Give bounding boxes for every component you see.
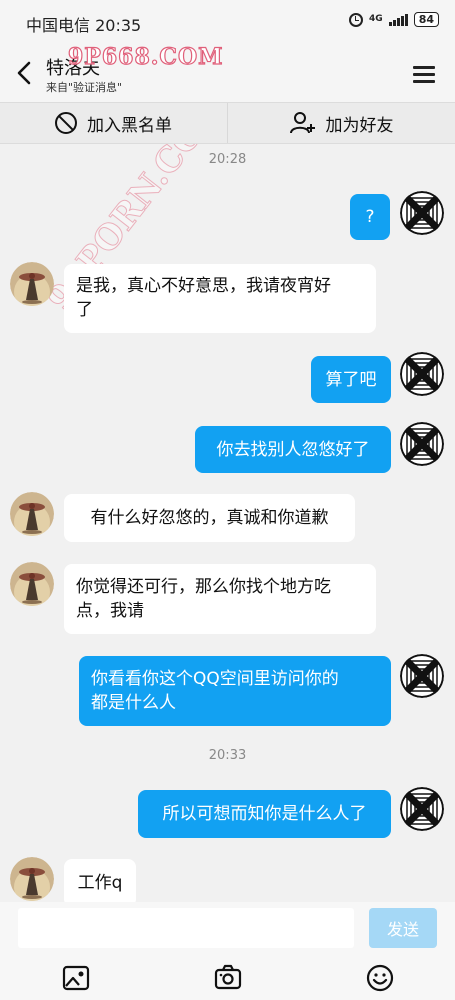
emoji-icon[interactable] bbox=[366, 964, 394, 992]
message-bubble-incoming[interactable]: 有什么好忽悠的，真诚和你道歉 bbox=[64, 494, 355, 542]
contact-avatar[interactable] bbox=[10, 562, 54, 606]
add-to-blacklist-button[interactable]: 加入黑名单 bbox=[0, 103, 227, 143]
send-button[interactable]: 发送 bbox=[369, 908, 437, 948]
my-avatar[interactable] bbox=[400, 422, 444, 466]
watermark-logo: 9P668.COM bbox=[67, 43, 224, 70]
add-friend-label: 加为好友 bbox=[325, 115, 394, 136]
timestamp: 20:33 bbox=[208, 748, 247, 763]
alarm-icon bbox=[349, 12, 364, 27]
message-bubble-outgoing[interactable]: 所以可想而知你是什么人了 bbox=[138, 790, 391, 838]
message-bubble-outgoing[interactable]: ? bbox=[350, 194, 390, 240]
message-bubble-incoming[interactable]: 是我，真心不好意思，我请夜宵好 了 bbox=[64, 264, 376, 333]
contact-avatar[interactable] bbox=[10, 492, 54, 536]
menu-icon[interactable] bbox=[413, 66, 435, 83]
message-input[interactable] bbox=[18, 908, 354, 948]
message-composer: 发送 bbox=[0, 902, 455, 1000]
add-user-icon bbox=[289, 112, 315, 134]
message-bubble-outgoing[interactable]: 算了吧 bbox=[311, 356, 391, 403]
contact-source: 来自"验证消息" bbox=[46, 81, 123, 94]
status-bar: 中国电信 20:35 4G 84 bbox=[0, 0, 455, 44]
battery-level: 84 bbox=[413, 12, 439, 27]
message-bubble-incoming[interactable]: 你觉得还可行，那么你找个地方吃 点，我请 bbox=[64, 564, 376, 634]
blacklist-label: 加入黑名单 bbox=[87, 115, 172, 136]
message-bubble-outgoing[interactable]: 你去找别人忽悠好了 bbox=[195, 426, 391, 473]
my-avatar[interactable] bbox=[400, 191, 444, 235]
status-icons: 4G 84 bbox=[349, 12, 439, 27]
back-arrow-icon[interactable] bbox=[12, 56, 36, 90]
message-line: 是我，真心不好意思，我请夜宵好 bbox=[76, 276, 331, 296]
block-icon bbox=[55, 112, 77, 134]
message-bubble-outgoing[interactable]: 你看看你这个QQ空间里访问你的 都是什么人 bbox=[79, 656, 391, 726]
my-avatar[interactable] bbox=[400, 787, 444, 831]
my-avatar[interactable] bbox=[400, 654, 444, 698]
carrier-name: 中国电信 bbox=[26, 16, 91, 35]
network-type: 4G bbox=[369, 14, 383, 24]
clock: 20:35 bbox=[95, 16, 142, 35]
message-line: 你觉得还可行，那么你找个地方吃 bbox=[76, 577, 331, 597]
camera-icon[interactable] bbox=[214, 964, 242, 992]
image-icon[interactable] bbox=[62, 964, 90, 992]
contact-avatar[interactable] bbox=[10, 857, 54, 901]
message-bubble-incoming[interactable]: 工作q bbox=[64, 859, 136, 902]
my-avatar[interactable] bbox=[400, 352, 444, 396]
timestamp: 20:28 bbox=[208, 152, 247, 167]
message-line: 点，我请 bbox=[76, 601, 144, 621]
message-line: 都是什么人 bbox=[91, 693, 176, 713]
message-line: 了 bbox=[76, 300, 93, 320]
message-line: 你看看你这个QQ空间里访问你的 bbox=[91, 669, 339, 689]
status-carrier-time: 中国电信 20:35 bbox=[26, 12, 141, 36]
stranger-action-bar: 加入黑名单 加为好友 bbox=[0, 102, 455, 144]
add-friend-button[interactable]: 加为好友 bbox=[227, 103, 455, 143]
signal-icon bbox=[388, 13, 408, 26]
chat-message-list[interactable]: 91PORN.COM 20:28 ? 是我，真心不好意思，我请夜宵好 了 算了吧… bbox=[0, 144, 455, 902]
contact-avatar[interactable] bbox=[10, 262, 54, 306]
